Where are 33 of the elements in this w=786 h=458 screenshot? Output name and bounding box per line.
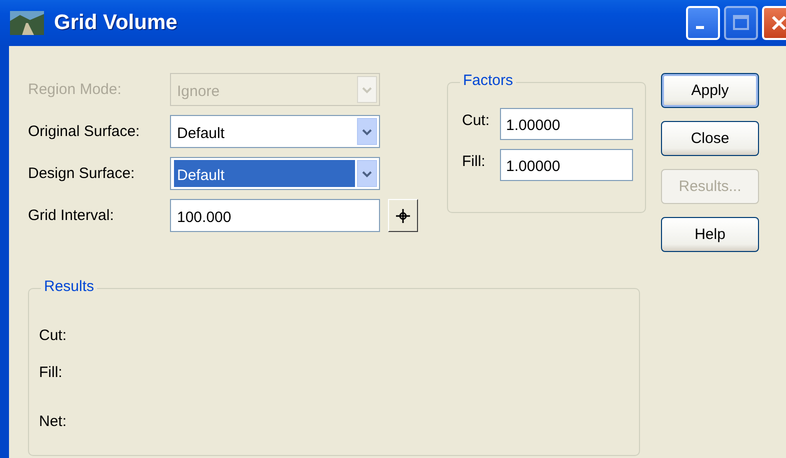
dialog-button[interactable]: Help (661, 217, 759, 252)
field-label: Design Surface: (28, 165, 136, 182)
maximize-button[interactable] (724, 6, 758, 40)
minimize-button[interactable] (686, 6, 720, 40)
field-label: Cut: (462, 111, 491, 129)
chevron-icon (357, 118, 377, 145)
input-field[interactable]: 1.00000 (500, 108, 633, 140)
pick-point-button[interactable] (388, 199, 418, 232)
minimize-icon (696, 26, 704, 29)
dropdown[interactable]: Default (170, 115, 380, 148)
dropdown-value: Default (174, 160, 355, 187)
dialog-button[interactable]: Apply (661, 73, 759, 108)
close-button[interactable] (762, 6, 786, 40)
result-label: Cut: (39, 327, 68, 344)
maximize-icon (733, 15, 749, 31)
close-icon (771, 15, 786, 31)
input-field[interactable]: 100.000 (170, 199, 380, 232)
field-label: Original Surface: (28, 123, 141, 140)
result-label: Fill: (39, 364, 64, 381)
result-label: Net: (39, 413, 68, 430)
crosshair-icon (396, 208, 410, 222)
chevron-icon (357, 160, 377, 187)
field-label: Grid Interval: (28, 207, 115, 224)
chevron-icon (357, 76, 377, 103)
field-label: Region Mode: (28, 81, 122, 98)
dropdown-value: Ignore (176, 82, 221, 102)
dropdown[interactable]: Default (170, 157, 380, 190)
input-field[interactable]: 1.00000 (500, 149, 633, 181)
dropdown-value: Default (176, 124, 226, 144)
app-icon (10, 11, 44, 35)
window-title: Grid Volume (54, 11, 178, 35)
dialog-button[interactable]: Close (661, 121, 759, 156)
field-label: Fill: (462, 152, 486, 170)
